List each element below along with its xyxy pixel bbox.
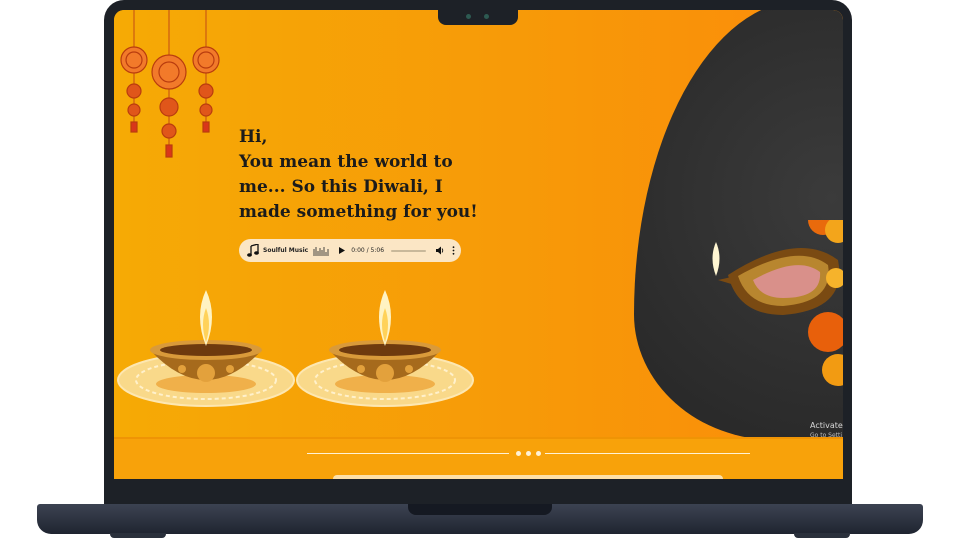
camera-sensor-icon: [484, 14, 489, 19]
music-note-icon: [247, 244, 259, 257]
diya-lamp-icon: [296, 290, 474, 407]
more-vertical-icon[interactable]: [452, 246, 455, 255]
diya-lamp-icon: [117, 290, 295, 407]
camera-notch: [438, 8, 518, 25]
divider-line-right: [545, 453, 750, 454]
bottom-panel-edge: [333, 475, 723, 479]
track-name: Soulful Music: [263, 247, 309, 254]
divider-dot: [516, 451, 521, 456]
divider-line-left: [307, 453, 509, 454]
laptop-base-groove: [408, 504, 552, 515]
laptop-screen: Hi, You mean the world to me... So this …: [114, 10, 843, 479]
laptop-hinge: [104, 489, 852, 505]
camera-icon: [466, 14, 471, 19]
laptop-foot-left: [110, 533, 166, 538]
volume-icon[interactable]: [436, 246, 445, 255]
play-icon[interactable]: [339, 247, 346, 254]
watermark-title: Activate: [810, 421, 843, 430]
divider-dot: [526, 451, 531, 456]
divider-dot: [536, 451, 541, 456]
playback-time: 0:00 / 5:06: [351, 247, 385, 254]
progress-bar[interactable]: [391, 249, 427, 252]
diya-photo-icon: [712, 220, 843, 386]
watermark-subtitle: Go to Setti: [810, 432, 843, 439]
audio-player[interactable]: Soulful Music 0:00 / 5:06: [239, 239, 461, 262]
laptop-foot-right: [794, 533, 850, 538]
footer-band: [114, 439, 843, 479]
equalizer-icon: [313, 246, 329, 256]
activate-windows-watermark: Activate Go to Setti: [810, 421, 843, 441]
greeting-message: Hi, You mean the world to me... So this …: [239, 127, 478, 222]
hanging-decoration-icon: [120, 10, 220, 158]
